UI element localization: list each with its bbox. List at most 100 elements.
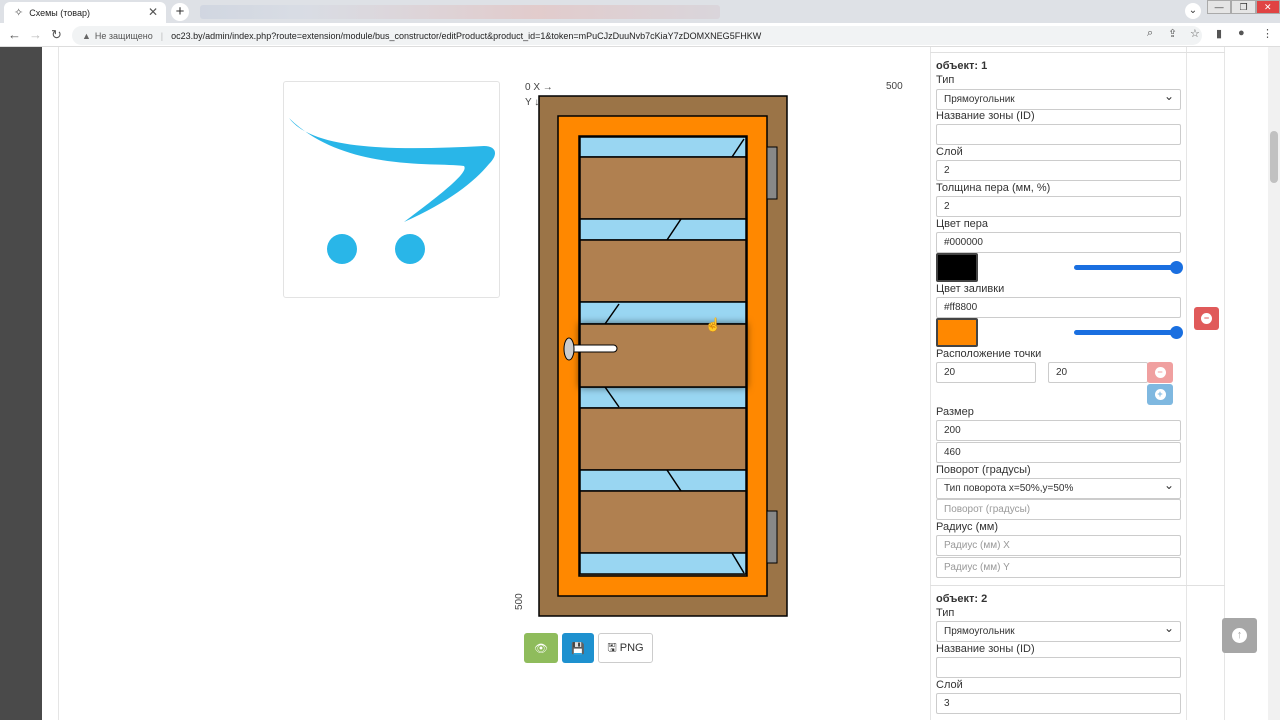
object-1-fill-color-input[interactable]: #ff8800 bbox=[936, 297, 1181, 318]
close-window-button[interactable]: ✕ bbox=[1255, 0, 1280, 14]
scheme-toolbar: 👁 💾 🖫 PNG bbox=[524, 633, 653, 663]
browser-tab-bar: ✧ Схемы (товар) ✕ + ⌄ — ❐ ✕ bbox=[0, 0, 1280, 23]
object-2-zone-input[interactable] bbox=[936, 657, 1181, 678]
object-1-layer-input[interactable]: 2 bbox=[936, 160, 1181, 181]
scrollbar-thumb[interactable] bbox=[1270, 131, 1278, 183]
save-button[interactable]: 💾 bbox=[562, 633, 594, 663]
slider-knob[interactable] bbox=[1170, 326, 1183, 339]
panel-4 bbox=[579, 490, 747, 554]
object-1-rotation-label: Поворот (градусы) bbox=[936, 464, 1031, 476]
hinge-bottom bbox=[766, 510, 778, 564]
minus-circle-icon: − bbox=[1154, 367, 1166, 378]
object-1-pen-color-label: Цвет пера bbox=[936, 218, 989, 230]
profile-icon[interactable]: ● bbox=[1238, 27, 1245, 39]
object-2-zone-label: Название зоны (ID) bbox=[936, 643, 1035, 655]
object-1-pen-color-swatch[interactable] bbox=[936, 253, 978, 282]
object-1-pen-width-input[interactable]: 2 bbox=[936, 196, 1181, 217]
axis-max-y-label: 500 bbox=[514, 593, 525, 610]
tab-favicon-icon: ✧ bbox=[14, 7, 24, 19]
admin-sidebar-collapsed bbox=[0, 47, 42, 720]
object-1-fill-color-swatch[interactable] bbox=[936, 318, 978, 347]
object-1-type-select[interactable]: Прямоугольник bbox=[936, 87, 1181, 110]
object-2-type-label: Тип bbox=[936, 607, 955, 619]
object-1-type-label: Тип bbox=[936, 74, 955, 86]
tab-search-icon[interactable]: ⌄ bbox=[1185, 3, 1201, 19]
forward-icon[interactable]: → bbox=[29, 27, 42, 42]
other-tabs bbox=[200, 5, 720, 19]
scroll-to-top-button[interactable]: ↑ bbox=[1222, 618, 1257, 653]
side-panel-icon[interactable]: ▮ bbox=[1216, 27, 1222, 40]
tab-title: Схемы (товар) bbox=[29, 7, 90, 18]
hand-cursor-icon: ☝ bbox=[705, 317, 722, 332]
reload-icon[interactable]: ↻ bbox=[51, 27, 62, 43]
axis-max-x-label: 500 bbox=[886, 81, 903, 92]
panel-2 bbox=[579, 239, 747, 303]
new-tab-button[interactable]: + bbox=[171, 3, 189, 21]
floppy-icon: 💾 bbox=[571, 642, 585, 655]
object-1-pen-color-input[interactable]: #000000 bbox=[936, 232, 1181, 253]
object-1-size-height-input[interactable]: 460 bbox=[936, 442, 1181, 463]
preview-button[interactable]: 👁 bbox=[524, 633, 558, 663]
object-1-size-label: Размер bbox=[936, 406, 974, 418]
object-1-radius-x-input[interactable]: Радиус (мм) X bbox=[936, 535, 1181, 556]
zoom-icon[interactable]: ⌕ bbox=[1147, 27, 1153, 40]
door-handle bbox=[566, 344, 618, 353]
omnibox-separator: | bbox=[160, 30, 164, 41]
opencart-logo-icon bbox=[289, 118, 496, 264]
add-point-button[interactable]: + bbox=[1147, 384, 1173, 405]
object-1-rotation-input[interactable]: Поворот (градусы) bbox=[936, 499, 1181, 520]
security-status: Не защищено bbox=[94, 30, 153, 41]
maximize-button[interactable]: ❐ bbox=[1231, 0, 1256, 14]
eye-icon: 👁 bbox=[534, 642, 548, 655]
bookmark-star-icon[interactable]: ☆ bbox=[1190, 27, 1200, 40]
hinge-top bbox=[766, 146, 778, 200]
menu-kebab-icon[interactable]: ⋮ bbox=[1262, 27, 1273, 40]
object-1-point-label: Расположение точки bbox=[936, 348, 1042, 360]
glass-strip-4 bbox=[579, 386, 747, 409]
object-1-point-y-input[interactable]: 20 bbox=[1048, 362, 1148, 383]
object-1-radius-label: Радиус (мм) bbox=[936, 521, 999, 533]
object-1-radius-y-input[interactable]: Радиус (мм) Y bbox=[936, 557, 1181, 578]
share-icon[interactable]: ⇪ bbox=[1168, 27, 1177, 40]
object-1-size-width-input[interactable]: 200 bbox=[936, 420, 1181, 441]
object-2-header: объект: 2 bbox=[936, 593, 988, 605]
object-1-pen-width-label: Толщина пера (мм, %) bbox=[936, 182, 1051, 194]
remove-object-1-button[interactable]: − bbox=[1194, 307, 1219, 330]
object-1-fill-color-label: Цвет заливки bbox=[936, 283, 1005, 295]
plus-circle-icon: + bbox=[1154, 389, 1166, 400]
back-icon[interactable]: ← bbox=[8, 27, 21, 42]
minus-circle-icon: − bbox=[1201, 313, 1212, 324]
address-bar-row: ← → ↻ ▲ Не защищено | oc23.by/admin/inde… bbox=[0, 23, 1280, 47]
page-scrollbar[interactable] bbox=[1268, 47, 1280, 720]
form-divider-top bbox=[930, 52, 1225, 53]
panel-selected bbox=[579, 323, 747, 388]
slider-knob[interactable] bbox=[1170, 261, 1183, 274]
object-1-pen-opacity-slider[interactable] bbox=[1074, 261, 1183, 274]
object-divider bbox=[930, 585, 1225, 586]
window-controls: — ❐ ✕ bbox=[1207, 0, 1280, 14]
glass-strip-5 bbox=[579, 469, 747, 492]
object-1-rotation-type-select[interactable]: Тип поворота x=50%,y=50% bbox=[936, 476, 1181, 499]
door-scheme-canvas[interactable] bbox=[538, 95, 788, 617]
object-2-type-select[interactable]: Прямоугольник bbox=[936, 619, 1181, 642]
minimize-button[interactable]: — bbox=[1207, 0, 1232, 14]
panel-border bbox=[58, 47, 59, 720]
object-2-layer-label: Слой bbox=[936, 679, 963, 691]
object-1-point-x-input[interactable]: 20 bbox=[936, 362, 1036, 383]
object-1-fill-opacity-slider[interactable] bbox=[1074, 326, 1183, 339]
panel-1 bbox=[579, 156, 747, 220]
png-label: PNG bbox=[619, 642, 644, 654]
browser-tab[interactable]: ✧ Схемы (товар) ✕ bbox=[4, 2, 166, 23]
object-2-layer-input[interactable]: 3 bbox=[936, 693, 1181, 714]
object-1-zone-label: Название зоны (ID) bbox=[936, 110, 1035, 122]
product-image bbox=[283, 81, 500, 298]
tab-close-icon[interactable]: ✕ bbox=[148, 5, 158, 19]
glass-strip-1 bbox=[579, 136, 747, 158]
remove-point-button[interactable]: − bbox=[1147, 362, 1173, 383]
object-1-header: объект: 1 bbox=[936, 60, 988, 72]
file-image-icon: 🖫 bbox=[607, 641, 617, 654]
object-1-zone-input[interactable] bbox=[936, 124, 1181, 145]
omnibox[interactable]: ▲ Не защищено | oc23.by/admin/index.php?… bbox=[72, 26, 1202, 45]
export-png-button[interactable]: 🖫 PNG bbox=[598, 633, 653, 663]
url-text[interactable]: oc23.by/admin/index.php?route=extension/… bbox=[171, 31, 761, 41]
